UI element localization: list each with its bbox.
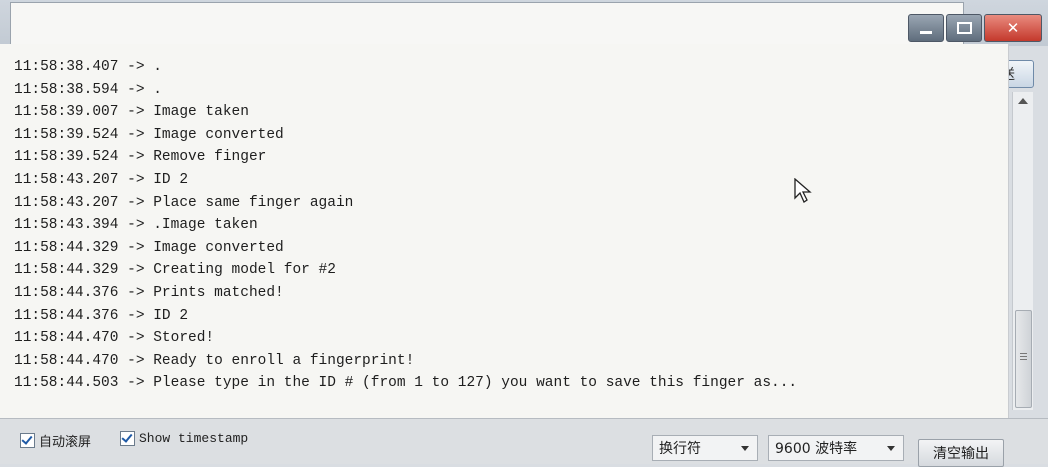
autoscroll-label: 自动滚屏	[39, 435, 92, 450]
window-controls: ✕	[908, 14, 1042, 42]
baud-rate-select[interactable]: 9600 波特率	[768, 435, 904, 461]
output-line: 11:58:44.376 -> ID 2	[14, 307, 189, 324]
output-line: 11:58:44.470 -> Stored!	[14, 330, 215, 347]
maximize-button[interactable]	[946, 14, 982, 42]
output-line: 11:58:39.524 -> Remove finger	[14, 149, 267, 166]
baud-rate-value: 9600 波特率	[775, 441, 858, 457]
output-line: 11:58:44.329 -> Creating model for #2	[14, 262, 336, 279]
output-line: 11:58:38.407 -> .	[14, 59, 162, 75]
output-line: 11:58:43.394 -> .Image taken	[14, 217, 258, 234]
line-ending-value: 换行符	[659, 441, 701, 457]
checkbox-check-icon[interactable]	[20, 433, 35, 448]
scroll-up-arrow-icon[interactable]	[1018, 98, 1028, 104]
vertical-scrollbar[interactable]	[1012, 92, 1033, 410]
scroll-grip-icon	[1020, 353, 1027, 354]
serial-output: 11:58:38.407 -> . 11:58:38.594 -> . 11:58:…	[0, 44, 1009, 418]
minimize-button[interactable]	[908, 14, 944, 42]
timestamp-checkbox[interactable]: Show timestamp	[120, 431, 248, 446]
close-icon: ✕	[1006, 19, 1020, 37]
timestamp-label: Show timestamp	[139, 431, 249, 446]
checkbox-check-icon[interactable]	[120, 431, 135, 446]
scroll-thumb[interactable]	[1015, 310, 1032, 408]
output-line: 11:58:44.503 -> Please type in the ID # …	[14, 375, 798, 392]
output-lines: 11:58:38.407 -> . 11:58:38.594 -> . 11:58:…	[14, 56, 1008, 395]
dropdown-arrow-icon	[887, 446, 895, 451]
mouse-cursor-icon	[794, 178, 812, 203]
close-button[interactable]: ✕	[984, 14, 1042, 42]
dropdown-arrow-icon	[741, 446, 749, 451]
output-line: 11:58:38.594 -> .	[14, 81, 162, 98]
output-line: 11:58:44.376 -> Prints matched!	[14, 284, 284, 301]
autoscroll-checkbox[interactable]: 自动滚屏	[20, 431, 91, 450]
output-line: 11:58:39.007 -> Image taken	[14, 104, 249, 121]
status-bar: 自动滚屏 Show timestamp 换行符 9600 波特率 清空输出	[0, 418, 1048, 467]
maximize-icon	[956, 22, 972, 34]
line-ending-select[interactable]: 换行符	[652, 435, 758, 461]
output-line: 11:58:44.329 -> Image converted	[14, 239, 284, 256]
output-line: 11:58:44.470 -> Ready to enroll a finger…	[14, 352, 415, 369]
output-line: 11:58:39.524 -> Image converted	[14, 126, 284, 143]
output-line: 11:58:43.207 -> ID 2	[14, 171, 189, 188]
minimize-icon	[920, 30, 932, 34]
output-line: 11:58:43.207 -> Place same finger again	[14, 194, 354, 211]
